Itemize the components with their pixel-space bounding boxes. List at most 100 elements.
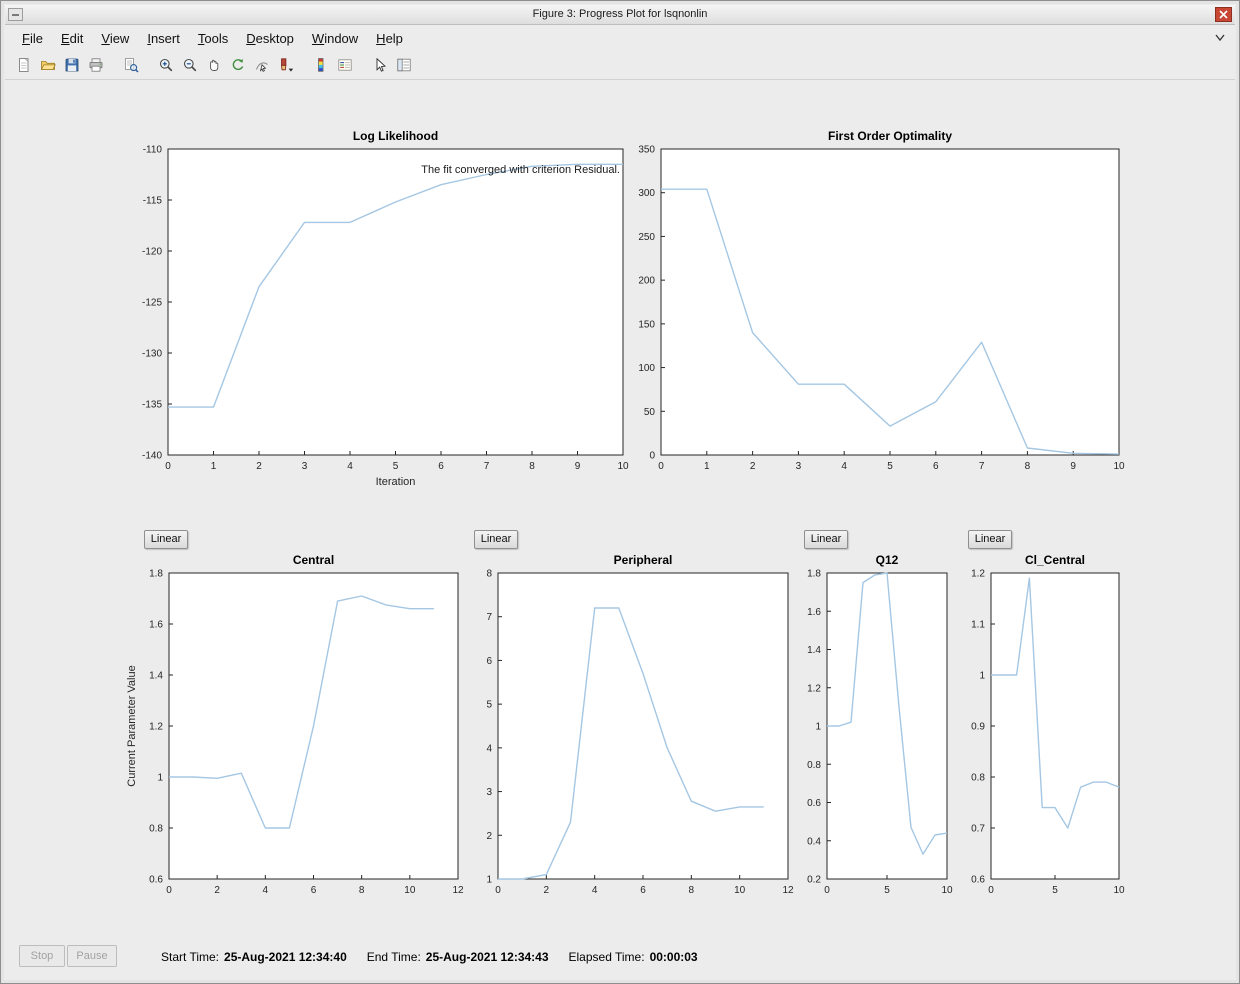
svg-text:350: 350: [638, 145, 655, 156]
svg-text:5: 5: [884, 885, 890, 896]
open-file-icon[interactable]: [36, 54, 59, 77]
svg-text:0.9: 0.9: [971, 722, 985, 733]
svg-text:8: 8: [486, 569, 492, 580]
svg-text:4: 4: [592, 885, 598, 896]
figure-toolbar: [5, 51, 1235, 80]
chart-cl-central[interactable]: 0 5 10 0.6 0.7 0.8 0.9 1 1.1 1.2 Cl_Central: [956, 549, 1131, 911]
brush-icon[interactable]: [274, 54, 297, 77]
svg-text:Peripheral: Peripheral: [614, 553, 673, 567]
menu-desktop[interactable]: Desktop: [237, 27, 303, 50]
svg-text:1: 1: [704, 461, 710, 472]
insert-legend-icon[interactable]: [333, 54, 356, 77]
menu-edit[interactable]: Edit: [52, 27, 92, 50]
svg-text:0.8: 0.8: [971, 773, 985, 784]
chart-q12[interactable]: 0 5 10 0.2 0.4 0.6 0.8 1 1.2 1.4 1.6 1.8 Q12: [791, 549, 961, 911]
svg-text:300: 300: [638, 188, 655, 199]
new-figure-icon[interactable]: [12, 54, 35, 77]
menu-file[interactable]: File: [13, 27, 52, 50]
svg-text:8: 8: [1025, 461, 1031, 472]
svg-text:Central: Central: [293, 553, 334, 567]
start-time-value: 25-Aug-2021 12:34:40: [224, 950, 347, 964]
start-time-label: Start Time:: [161, 950, 220, 964]
peripheral-scale-button[interactable]: Linear: [474, 530, 518, 549]
pause-button[interactable]: Pause: [67, 945, 117, 967]
svg-text:10: 10: [1113, 461, 1125, 472]
svg-text:-120: -120: [142, 247, 162, 258]
data-cursor-icon[interactable]: [250, 54, 273, 77]
svg-text:0.6: 0.6: [149, 875, 163, 886]
menu-bar: File Edit View Insert Tools Desktop Wind…: [5, 25, 1235, 51]
end-time-label: End Time:: [366, 950, 421, 964]
svg-text:-130: -130: [142, 349, 162, 360]
svg-text:1: 1: [815, 722, 821, 733]
svg-text:10: 10: [1113, 885, 1125, 896]
chart-peripheral[interactable]: 0 2 4 6 8 10 1212345678Peripheral: [471, 549, 801, 911]
window-title: Figure 3: Progress Plot for lsqnonlin: [532, 8, 708, 20]
svg-text:The fit converged with criteri: The fit converged with criterion Residua…: [421, 164, 620, 176]
svg-text:2: 2: [214, 885, 220, 896]
svg-text:Iteration: Iteration: [376, 476, 416, 488]
svg-text:5: 5: [393, 461, 399, 472]
svg-text:9: 9: [575, 461, 581, 472]
end-time-value: 25-Aug-2021 12:34:43: [425, 950, 549, 964]
svg-text:5: 5: [486, 700, 492, 711]
stop-button[interactable]: Stop: [19, 945, 65, 967]
svg-text:1.4: 1.4: [149, 671, 163, 682]
svg-text:-125: -125: [142, 298, 162, 309]
svg-text:1.1: 1.1: [971, 620, 985, 631]
svg-text:2: 2: [750, 461, 756, 472]
plot-browser-icon[interactable]: [392, 54, 415, 77]
chart-central[interactable]: 0 2 4 6 8 10 12 0.6 0.8 1 1.2 1.4 1.6 1.8 Central Curre…: [106, 549, 481, 911]
chart-first-order-optimality[interactable]: 0 1 2 3 4 5 6 7 8 9 10050100150200250300350First O…: [601, 126, 1166, 496]
menu-window[interactable]: Window: [303, 27, 367, 50]
menu-insert[interactable]: Insert: [138, 27, 189, 50]
q12-scale-button[interactable]: Linear: [804, 530, 848, 549]
print-preview-icon[interactable]: [119, 54, 142, 77]
figure-window: Figure 3: Progress Plot for lsqnonlin Fi…: [0, 0, 1240, 984]
svg-text:7: 7: [484, 461, 490, 472]
svg-text:-135: -135: [142, 400, 162, 411]
central-scale-button[interactable]: Linear: [144, 530, 188, 549]
pan-icon[interactable]: [202, 54, 225, 77]
zoom-out-icon[interactable]: [178, 54, 201, 77]
svg-text:0.6: 0.6: [971, 875, 985, 886]
svg-text:6: 6: [438, 461, 444, 472]
print-figure-icon[interactable]: [84, 54, 107, 77]
rotate-3d-icon[interactable]: [226, 54, 249, 77]
svg-text:100: 100: [638, 363, 655, 374]
status-line: Start Time: 25-Aug-2021 12:34:40 End Tim…: [161, 947, 718, 967]
menu-view[interactable]: View: [92, 27, 138, 50]
menu-tools[interactable]: Tools: [189, 27, 237, 50]
svg-text:1.8: 1.8: [807, 569, 821, 580]
svg-text:0.8: 0.8: [807, 760, 821, 771]
svg-text:6: 6: [311, 885, 317, 896]
svg-text:8: 8: [359, 885, 365, 896]
elapsed-time-label: Elapsed Time:: [568, 950, 645, 964]
svg-text:1.8: 1.8: [149, 569, 163, 580]
menu-help[interactable]: Help: [367, 27, 412, 50]
svg-text:1.6: 1.6: [149, 620, 163, 631]
close-button[interactable]: [1215, 7, 1232, 22]
svg-text:200: 200: [638, 276, 655, 287]
zoom-in-icon[interactable]: [154, 54, 177, 77]
insert-colorbar-icon[interactable]: [309, 54, 332, 77]
edit-plot-icon[interactable]: [368, 54, 391, 77]
svg-text:4: 4: [486, 743, 492, 754]
svg-text:9: 9: [1070, 461, 1076, 472]
chart-log-likelihood[interactable]: 0 1 2 3 4 5 6 7 8 9 10-140-135-130-125-120-115-110…: [101, 126, 661, 496]
dock-figure-icon[interactable]: [1214, 33, 1226, 43]
svg-text:8: 8: [689, 885, 695, 896]
save-figure-icon[interactable]: [60, 54, 83, 77]
svg-text:0.6: 0.6: [807, 798, 821, 809]
svg-text:6: 6: [640, 885, 646, 896]
svg-text:-115: -115: [143, 196, 163, 207]
cl-central-scale-button[interactable]: Linear: [968, 530, 1012, 549]
svg-text:10: 10: [404, 885, 416, 896]
svg-text:7: 7: [486, 612, 492, 623]
svg-text:150: 150: [638, 319, 655, 330]
svg-text:3: 3: [302, 461, 308, 472]
svg-text:1.4: 1.4: [807, 645, 821, 656]
svg-text:2: 2: [486, 831, 492, 842]
svg-text:First Order Optimality: First Order Optimality: [828, 129, 952, 143]
svg-text:7: 7: [979, 461, 985, 472]
